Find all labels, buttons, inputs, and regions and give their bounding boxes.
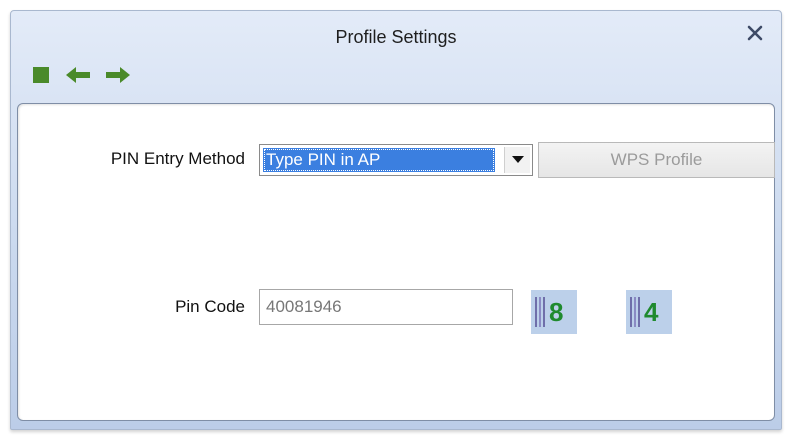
captcha-digit: 4 [644, 297, 659, 327]
forward-arrow-icon [106, 67, 130, 83]
pin-entry-method-selected-value: Type PIN in AP [263, 148, 495, 172]
wps-profile-button[interactable]: WPS Profile [538, 142, 775, 178]
pin-entry-method-select[interactable]: Type PIN in AP [259, 144, 533, 176]
window-title: Profile Settings [335, 27, 457, 47]
captcha-digit-box: 8 [531, 290, 577, 334]
close-button[interactable] [743, 21, 767, 45]
barcode-icon [535, 297, 547, 327]
back-arrow-icon [66, 67, 90, 83]
close-icon [747, 25, 763, 41]
dropdown-button[interactable] [504, 147, 530, 173]
barcode-icon [630, 297, 642, 327]
settings-panel: PIN Entry Method Type PIN in AP WPS Prof… [17, 103, 775, 421]
pin-code-label: Pin Code [175, 297, 245, 316]
captcha-digit: 8 [549, 297, 564, 327]
stop-icon [33, 67, 49, 83]
chevron-down-icon [511, 156, 524, 163]
profile-settings-window: Profile Settings PIN Entry Method Type P… [10, 10, 782, 430]
toolbar [31, 63, 145, 87]
pin-entry-method-label: PIN Entry Method [110, 149, 245, 168]
pin-code-input[interactable] [259, 289, 513, 325]
back-button[interactable] [65, 65, 91, 85]
stop-button[interactable] [31, 65, 51, 85]
forward-button[interactable] [105, 65, 131, 85]
captcha-digit-box: 4 [626, 290, 672, 334]
